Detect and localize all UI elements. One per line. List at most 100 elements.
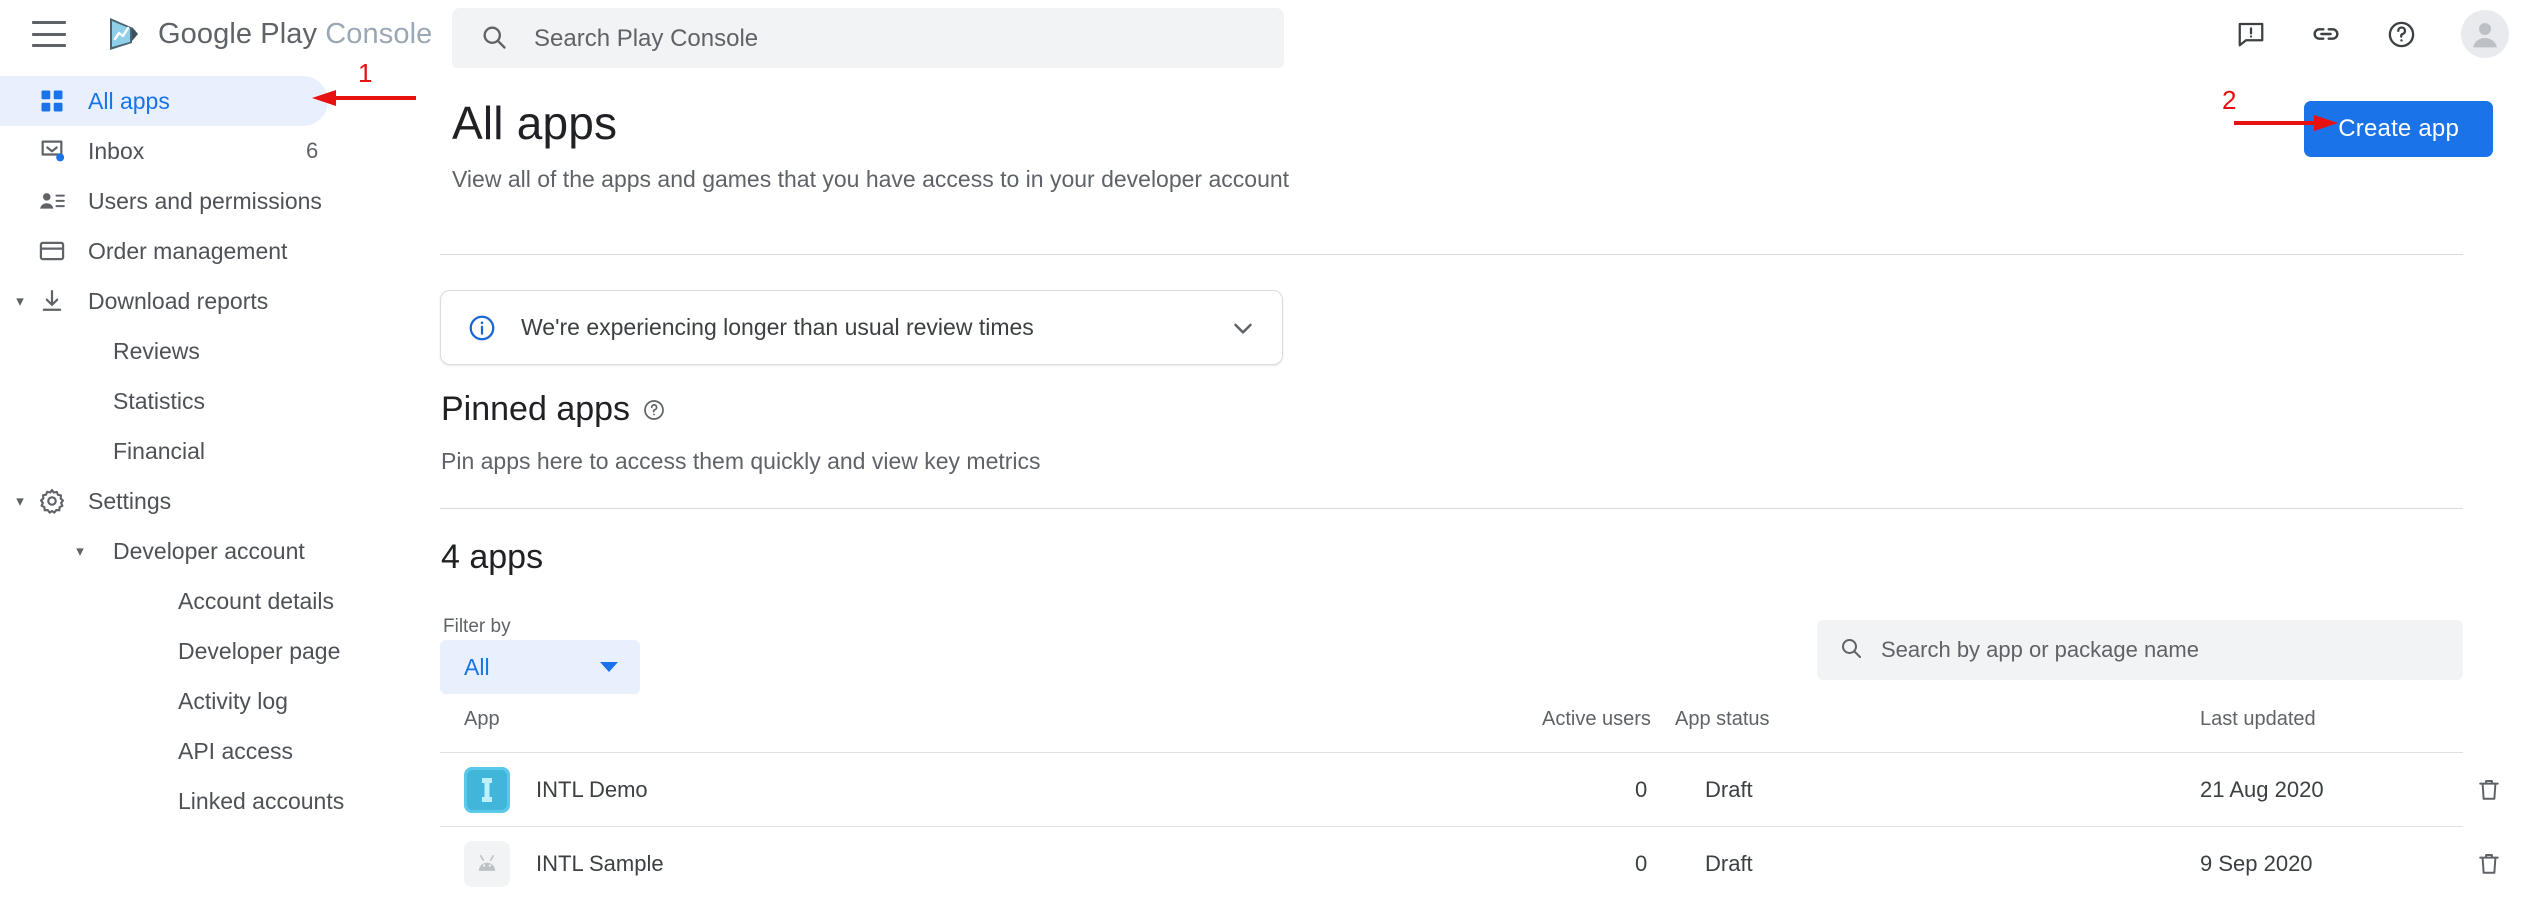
banner-message: We're experiencing longer than usual rev…	[521, 314, 1034, 340]
brand-primary-text: Google Play	[158, 17, 318, 50]
app-cell: INTL Demo	[464, 766, 648, 813]
sidebar-item-developer-page[interactable]: Developer page	[0, 626, 440, 676]
page-subtitle: View all of the apps and games that you …	[452, 166, 1290, 192]
chevron-down-icon[interactable]: ▾	[68, 544, 92, 559]
sidebar-item-all-apps[interactable]: All apps	[0, 76, 328, 126]
inbox-icon	[36, 135, 68, 167]
trash-icon[interactable]	[2475, 850, 2503, 878]
app-name: INTL Demo	[536, 776, 648, 802]
sidebar-navigation: All apps Inbox 6 Users and permissions O…	[0, 68, 440, 824]
sidebar-item-reviews[interactable]: Reviews	[0, 326, 440, 376]
sidebar-item-label: Statistics	[113, 387, 206, 414]
top-app-bar: Google Play Console	[0, 0, 2539, 70]
review-times-banner[interactable]: We're experiencing longer than usual rev…	[440, 290, 1283, 365]
filter-by-label: Filter by	[443, 616, 511, 637]
last-updated-value: 21 Aug 2020	[2200, 776, 2324, 802]
page-title: All apps	[452, 97, 618, 149]
sidebar-item-linked-accounts[interactable]: Linked accounts	[0, 776, 440, 826]
pinned-apps-heading: Pinned apps	[441, 390, 666, 429]
feedback-icon[interactable]	[2236, 19, 2266, 49]
sidebar-item-statistics[interactable]: Statistics	[0, 376, 440, 426]
column-header-active-users: Active users	[1542, 708, 1651, 730]
help-icon[interactable]	[2386, 19, 2417, 50]
sidebar-item-account-details[interactable]: Account details	[0, 576, 440, 626]
active-users-value: 0	[1635, 776, 1648, 802]
sidebar-item-developer-account[interactable]: ▾ Developer account	[0, 526, 440, 576]
app-cell: INTL Sample	[464, 840, 664, 887]
sidebar-item-label: Order management	[88, 237, 288, 264]
download-icon	[36, 285, 68, 317]
android-placeholder-icon	[464, 840, 510, 887]
main-content: All apps View all of the apps and games …	[440, 68, 2539, 887]
users-icon	[36, 185, 68, 217]
pinned-divider	[440, 508, 2463, 509]
sidebar-item-label: Settings	[88, 487, 172, 514]
inbox-badge-count: 6	[306, 138, 319, 163]
column-header-last-updated: Last updated	[2200, 708, 2316, 730]
sidebar-item-label: Activity log	[178, 687, 288, 714]
search-icon	[1817, 636, 1863, 665]
table-row[interactable]: INTL Demo 0 Draft 21 Aug 2020 View app	[440, 752, 2499, 826]
sidebar-item-label: Developer page	[178, 637, 341, 664]
sidebar-item-label: Inbox	[88, 137, 145, 164]
sidebar-item-label: All apps	[88, 87, 170, 114]
sidebar-item-activity-log[interactable]: Activity log	[0, 676, 440, 726]
sidebar-item-label: Reviews	[113, 337, 200, 364]
link-icon[interactable]	[2310, 18, 2342, 50]
sidebar-item-label: Linked accounts	[178, 787, 345, 814]
trash-icon[interactable]	[2475, 776, 2503, 804]
sidebar-item-settings[interactable]: ▾ Settings	[0, 476, 440, 526]
annotation-arrow-1	[312, 90, 416, 106]
app-name: INTL Sample	[536, 850, 664, 876]
chevron-down-icon[interactable]	[1228, 313, 1258, 343]
sidebar-item-label: Developer account	[113, 537, 305, 564]
app-status-value: Draft	[1705, 776, 1753, 802]
brand-title: Google Play Console	[158, 18, 432, 51]
sidebar-item-label: API access	[178, 737, 294, 764]
google-play-logo-icon	[102, 13, 144, 55]
hamburger-menu-icon[interactable]	[32, 21, 66, 47]
app-search-bar[interactable]	[1817, 620, 2463, 680]
global-search-bar[interactable]	[452, 8, 1284, 70]
table-row[interactable]: INTL Sample 0 Draft 9 Sep 2020 View app	[440, 826, 2499, 900]
sidebar-item-order-management[interactable]: Order management	[0, 226, 440, 276]
brand-logo-and-title[interactable]: Google Play Console	[102, 13, 432, 55]
apps-table: App Active users App status Last updated…	[440, 708, 2499, 900]
gear-icon	[36, 485, 68, 517]
brand-secondary-text: Console	[325, 17, 433, 50]
active-users-value: 0	[1635, 850, 1648, 876]
sidebar-item-download-reports[interactable]: ▾ Download reports	[0, 276, 440, 326]
table-header-row: App Active users App status Last updated	[440, 708, 2463, 752]
intl-demo-app-icon	[464, 766, 510, 813]
pinned-apps-subtitle: Pin apps here to access them quickly and…	[441, 448, 1041, 474]
column-header-app-status: App status	[1675, 708, 1770, 730]
app-status-value: Draft	[1705, 850, 1753, 876]
help-circle-icon[interactable]	[642, 398, 666, 422]
account-avatar-icon[interactable]	[2461, 10, 2509, 58]
info-icon	[467, 313, 497, 343]
header-divider	[440, 254, 2463, 255]
filter-selected-value: All	[464, 653, 490, 680]
sidebar-item-users-and-permissions[interactable]: Users and permissions	[0, 176, 440, 226]
chevron-down-icon[interactable]: ▾	[8, 294, 32, 309]
column-header-app: App	[464, 708, 500, 730]
chevron-down-icon[interactable]: ▾	[8, 494, 32, 509]
sidebar-item-label: Financial	[113, 437, 206, 464]
search-icon	[452, 23, 508, 56]
sidebar-item-label: Account details	[178, 587, 334, 614]
search-input[interactable]	[534, 19, 1174, 59]
grid-apps-icon	[36, 85, 68, 117]
apps-count-heading: 4 apps	[441, 538, 544, 576]
last-updated-value: 9 Sep 2020	[2200, 850, 2313, 876]
chevron-down-icon	[600, 662, 618, 672]
app-search-input[interactable]	[1881, 637, 2401, 663]
sidebar-item-label: Users and permissions	[88, 187, 322, 214]
sidebar-item-inbox[interactable]: Inbox 6	[0, 126, 440, 176]
pinned-apps-title: Pinned apps	[441, 390, 631, 428]
top-bar-actions	[2236, 0, 2509, 68]
filter-dropdown[interactable]: All	[440, 640, 640, 694]
sidebar-item-financial[interactable]: Financial	[0, 426, 440, 476]
sidebar-item-api-access[interactable]: API access	[0, 726, 440, 776]
credit-card-icon	[36, 235, 68, 267]
annotation-arrow-2	[2234, 115, 2338, 131]
